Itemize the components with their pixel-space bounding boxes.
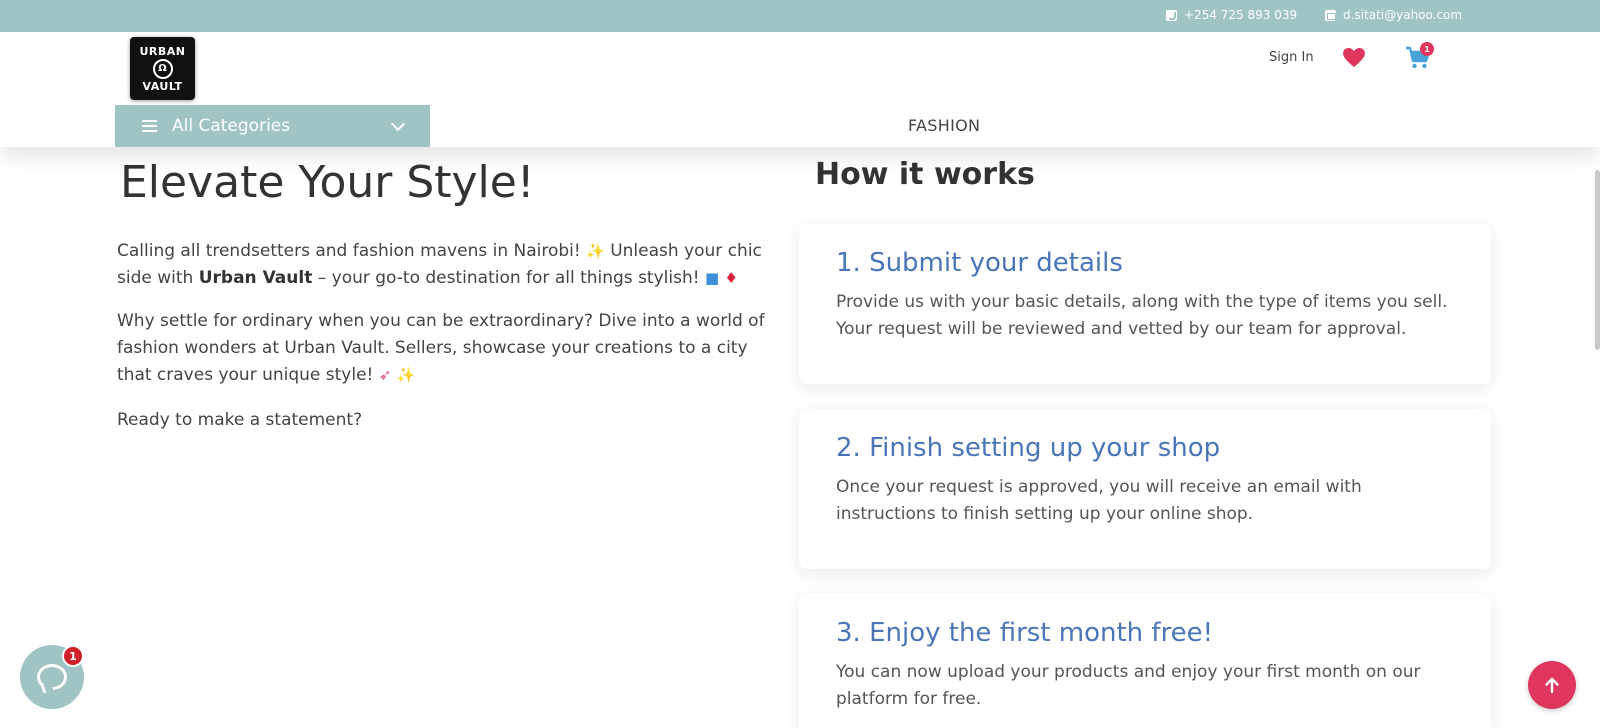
all-categories-dropdown[interactable]: All Categories: [115, 105, 430, 147]
shopping-bag-icon: ■: [704, 269, 720, 287]
step-card-finish-shop: 2. Finish setting up your shop Once your…: [799, 409, 1491, 569]
intro-text-a: Calling all trendsetters and fashion mav…: [117, 241, 581, 261]
top-contact-bar: +254 725 893 039 d.sitati@yahoo.com: [0, 0, 1600, 32]
email-address: d.sitati@yahoo.com: [1343, 8, 1463, 22]
menu-icon: [142, 120, 157, 132]
chat-bubble-icon: [37, 664, 67, 690]
site-header: URBAN Ω VAULT Sign In 1 All Categories F…: [0, 32, 1600, 147]
cart-count-badge: 1: [1420, 42, 1434, 56]
urban-vault-logo[interactable]: URBAN Ω VAULT: [130, 37, 195, 100]
arrow-up-icon: [1545, 677, 1559, 694]
rocket-icon: ➶: [378, 366, 392, 384]
phone-number: +254 725 893 039: [1184, 8, 1298, 22]
phone-contact[interactable]: +254 725 893 039: [1166, 8, 1297, 22]
dancer-icon: ♦: [724, 269, 738, 287]
logo-text-top: URBAN: [139, 44, 186, 58]
step-title: 1. Submit your details: [836, 248, 1123, 278]
sellers-paragraph: Why settle for ordinary when you can be …: [117, 308, 777, 389]
step-title: 2. Finish setting up your shop: [836, 433, 1221, 463]
mail-icon: [1325, 9, 1336, 21]
step-title: 3. Enjoy the first month free!: [836, 618, 1214, 648]
nav-item-fashion[interactable]: FASHION: [908, 116, 980, 135]
sellers-text: Why settle for ordinary when you can be …: [117, 311, 765, 385]
chat-notification-badge: 1: [62, 645, 84, 667]
logo-text-bottom: VAULT: [142, 79, 183, 93]
email-contact[interactable]: d.sitati@yahoo.com: [1325, 8, 1462, 22]
wishlist-heart-icon[interactable]: [1343, 48, 1365, 68]
call-to-action-text: Ready to make a statement?: [117, 410, 363, 430]
intro-text-c: – your go-to destination for all things …: [317, 268, 700, 288]
phone-icon: [1166, 9, 1177, 21]
logo-emblem-icon: Ω: [152, 58, 173, 79]
sparkles-icon: ✨: [586, 242, 605, 260]
sign-in-link[interactable]: Sign In: [1269, 50, 1314, 65]
step-description: Once your request is approved, you will …: [836, 477, 1362, 524]
step-description: Provide us with your basic details, alon…: [836, 292, 1448, 339]
hero-title: Elevate Your Style!: [120, 157, 535, 208]
brand-name: Urban Vault: [198, 268, 313, 288]
step-card-submit-details: 1. Submit your details Provide us with y…: [799, 224, 1491, 384]
sparkles-icon: ✨: [396, 366, 416, 384]
how-it-works-title: How it works: [815, 157, 1035, 192]
chevron-down-icon: [390, 116, 406, 132]
back-to-top-button[interactable]: [1528, 661, 1576, 709]
step-card-free-month: 3. Enjoy the first month free! You can n…: [799, 594, 1491, 728]
categories-label: All Categories: [172, 116, 291, 136]
step-description: You can now upload your products and enj…: [836, 662, 1421, 709]
page-scrollbar[interactable]: [1595, 170, 1600, 350]
intro-paragraph: Calling all trendsetters and fashion mav…: [117, 238, 777, 292]
